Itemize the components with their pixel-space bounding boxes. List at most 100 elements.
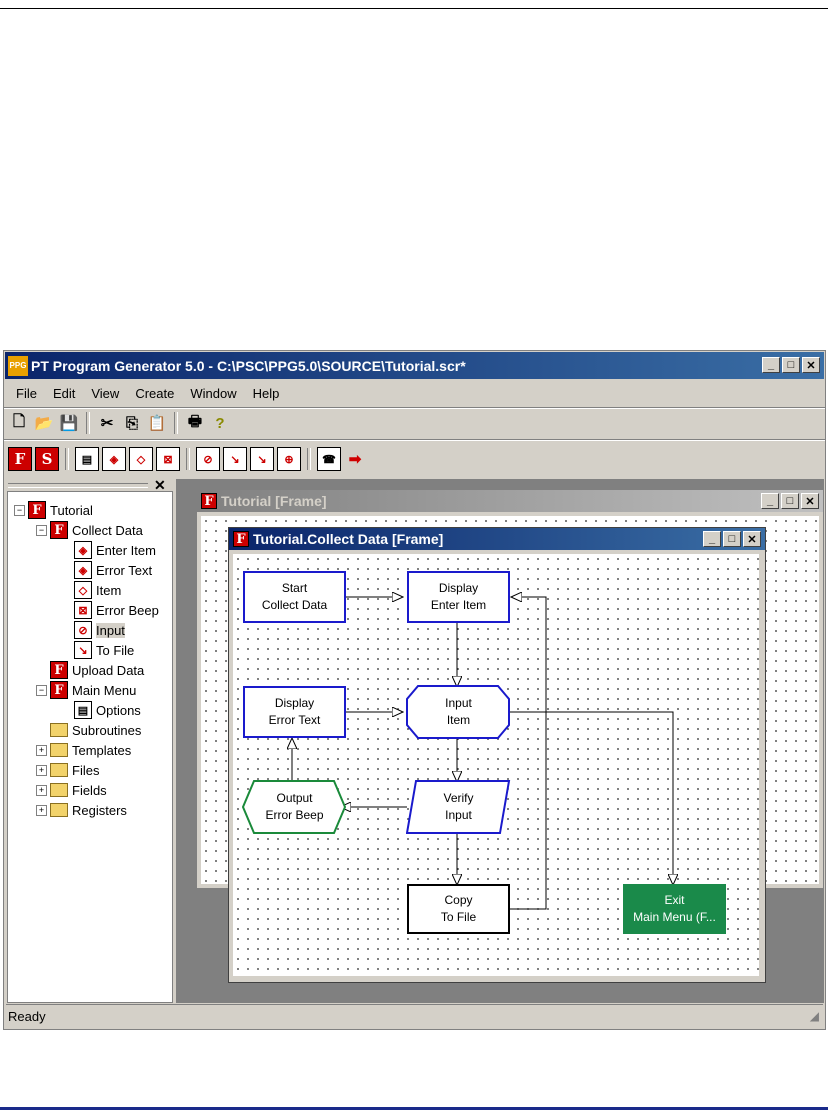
inner-frame-title: Tutorial.Collect Data [Frame] bbox=[253, 531, 444, 547]
tree-item-to-file[interactable]: ↘ To File bbox=[74, 640, 134, 660]
tree-item-input[interactable]: ⊘ Input bbox=[74, 620, 125, 640]
tree-item-item[interactable]: ◇ Item bbox=[74, 580, 121, 600]
folder-icon bbox=[50, 743, 68, 757]
menu-create[interactable]: Create bbox=[135, 386, 174, 401]
tree-panel-grip[interactable] bbox=[8, 483, 148, 488]
frame-F-icon[interactable]: F bbox=[8, 447, 32, 471]
tree-item-main-menu[interactable]: F Main Menu bbox=[50, 680, 136, 700]
inner-frame-window[interactable]: F Tutorial.Collect Data [Frame] _ □ ✕ St… bbox=[228, 527, 766, 983]
node-display-error-text[interactable]: Display Error Text bbox=[243, 686, 346, 738]
print-icon[interactable]: 🖶 bbox=[184, 412, 206, 434]
display-icon: ▤ bbox=[74, 701, 92, 719]
node-display-enter-item[interactable]: Display Enter Item bbox=[407, 571, 510, 623]
close-button[interactable]: ✕ bbox=[802, 357, 820, 373]
error-beep-icon[interactable]: ⊠ bbox=[156, 447, 180, 471]
close-button[interactable]: ✕ bbox=[743, 531, 761, 547]
resize-grip-icon[interactable]: ◢ bbox=[810, 1009, 819, 1023]
node-exit-main-menu[interactable]: Exit Main Menu (F... bbox=[623, 884, 726, 934]
phone-icon[interactable]: ☎ bbox=[317, 447, 341, 471]
frame-icon: F bbox=[50, 661, 68, 679]
frame-icon: F bbox=[201, 493, 217, 509]
node-input-item[interactable]: Input Item bbox=[407, 686, 510, 738]
minimize-button[interactable]: _ bbox=[761, 493, 779, 509]
tree-item-templates[interactable]: Templates bbox=[50, 740, 131, 760]
frame-icon: F bbox=[50, 521, 68, 539]
frame-icon: F bbox=[233, 531, 249, 547]
to-file-icon: ↘ bbox=[74, 641, 92, 659]
minimize-button[interactable]: _ bbox=[703, 531, 721, 547]
minimize-button[interactable]: _ bbox=[762, 357, 780, 373]
menu-view[interactable]: View bbox=[91, 386, 119, 401]
tree-item-upload-data[interactable]: F Upload Data bbox=[50, 660, 144, 680]
input-icon: ⊘ bbox=[74, 621, 92, 639]
menu-file[interactable]: File bbox=[16, 386, 37, 401]
standard-toolbar: 🗋 📂 💾 ✂ ⎘ 📋 🖶 ? bbox=[8, 409, 231, 437]
save-icon[interactable]: 💾 bbox=[58, 412, 80, 434]
folder-icon bbox=[50, 763, 68, 777]
help-icon[interactable]: ? bbox=[209, 412, 231, 434]
expand-icon[interactable]: + bbox=[36, 765, 47, 776]
node-start-collect-data[interactable]: Start Collect Data bbox=[243, 571, 346, 623]
app-icon: PPG bbox=[8, 355, 28, 376]
folder-icon bbox=[50, 723, 68, 737]
maximize-button[interactable]: □ bbox=[723, 531, 741, 547]
mdi-workspace: F Tutorial [Frame] _ □ ✕ F Tutorial.Coll… bbox=[176, 479, 824, 1003]
collapse-icon[interactable]: − bbox=[36, 685, 47, 696]
frame-icon: F bbox=[50, 681, 68, 699]
item-icon: ◇ bbox=[74, 581, 92, 599]
outer-frame-titlebar[interactable]: F Tutorial [Frame] _ □ ✕ bbox=[197, 490, 823, 512]
cut-icon[interactable]: ✂ bbox=[96, 412, 118, 434]
title-bar[interactable]: PPG PT Program Generator 5.0 - C:\PSC\PP… bbox=[5, 352, 824, 379]
subroutine-S-icon[interactable]: S bbox=[35, 447, 59, 471]
menu-bar: File Edit View Create Window Help bbox=[8, 381, 287, 405]
outer-frame-title: Tutorial [Frame] bbox=[221, 493, 327, 509]
tree-item-subroutines[interactable]: Subroutines bbox=[50, 720, 141, 740]
expand-icon[interactable]: + bbox=[36, 805, 47, 816]
paste-icon[interactable]: 📋 bbox=[146, 412, 168, 434]
node-verify-input[interactable]: Verify Input bbox=[407, 781, 510, 833]
to-file-b-icon[interactable]: ↘ bbox=[250, 447, 274, 471]
tree-item-error-beep[interactable]: ⊠ Error Beep bbox=[74, 600, 159, 620]
to-file-a-icon[interactable]: ↘ bbox=[223, 447, 247, 471]
open-folder-icon[interactable]: 📂 bbox=[33, 412, 55, 434]
node-output-error-beep[interactable]: Output Error Beep bbox=[243, 781, 346, 833]
copy-icon[interactable]: ⎘ bbox=[121, 412, 143, 434]
project-tree: − F Tutorial − F Collect Data ◈ Enter It… bbox=[7, 491, 173, 1003]
maximize-button[interactable]: □ bbox=[782, 357, 800, 373]
menu-window[interactable]: Window bbox=[190, 386, 236, 401]
display-item-icon: ◈ bbox=[74, 541, 92, 559]
tree-item-files[interactable]: Files bbox=[50, 760, 99, 780]
close-button[interactable]: ✕ bbox=[801, 493, 819, 509]
output-icon[interactable]: ⊕ bbox=[277, 447, 301, 471]
tree-item-enter-item[interactable]: ◈ Enter Item bbox=[74, 540, 156, 560]
exit-arrow-icon[interactable]: ➡ bbox=[344, 448, 366, 470]
menu-help[interactable]: Help bbox=[253, 386, 280, 401]
node-copy-to-file[interactable]: Copy To File bbox=[407, 884, 510, 934]
tree-item-collect-data[interactable]: F Collect Data bbox=[50, 520, 143, 540]
inner-frame-titlebar[interactable]: F Tutorial.Collect Data [Frame] _ □ ✕ bbox=[229, 528, 765, 550]
maximize-button[interactable]: □ bbox=[781, 493, 799, 509]
error-beep-icon: ⊠ bbox=[74, 601, 92, 619]
input-icon[interactable]: ⊘ bbox=[196, 447, 220, 471]
menu-edit[interactable]: Edit bbox=[53, 386, 75, 401]
tree-item-fields[interactable]: Fields bbox=[50, 780, 107, 800]
tree-item-tutorial[interactable]: F Tutorial bbox=[28, 500, 93, 520]
item-icon[interactable]: ◇ bbox=[129, 447, 153, 471]
frame-icon: F bbox=[28, 501, 46, 519]
tree-item-registers[interactable]: Registers bbox=[50, 800, 127, 820]
collapse-icon[interactable]: − bbox=[14, 505, 25, 516]
display-icon[interactable]: ▤ bbox=[75, 447, 99, 471]
collapse-icon[interactable]: − bbox=[36, 525, 47, 536]
folder-icon bbox=[50, 783, 68, 797]
tree-item-error-text[interactable]: ◈ Error Text bbox=[74, 560, 152, 580]
status-text: Ready bbox=[8, 1008, 46, 1024]
new-file-icon[interactable]: 🗋 bbox=[8, 412, 30, 434]
tree-item-options[interactable]: ▤ Options bbox=[74, 700, 141, 720]
error-text-icon[interactable]: ◈ bbox=[102, 447, 126, 471]
expand-icon[interactable]: + bbox=[36, 745, 47, 756]
status-bar: Ready ◢ bbox=[6, 1004, 823, 1027]
folder-icon bbox=[50, 803, 68, 817]
flowchart-canvas[interactable]: Start Collect Data Display Enter Item Di… bbox=[233, 554, 759, 976]
expand-icon[interactable]: + bbox=[36, 785, 47, 796]
page-top-rule bbox=[0, 8, 828, 9]
